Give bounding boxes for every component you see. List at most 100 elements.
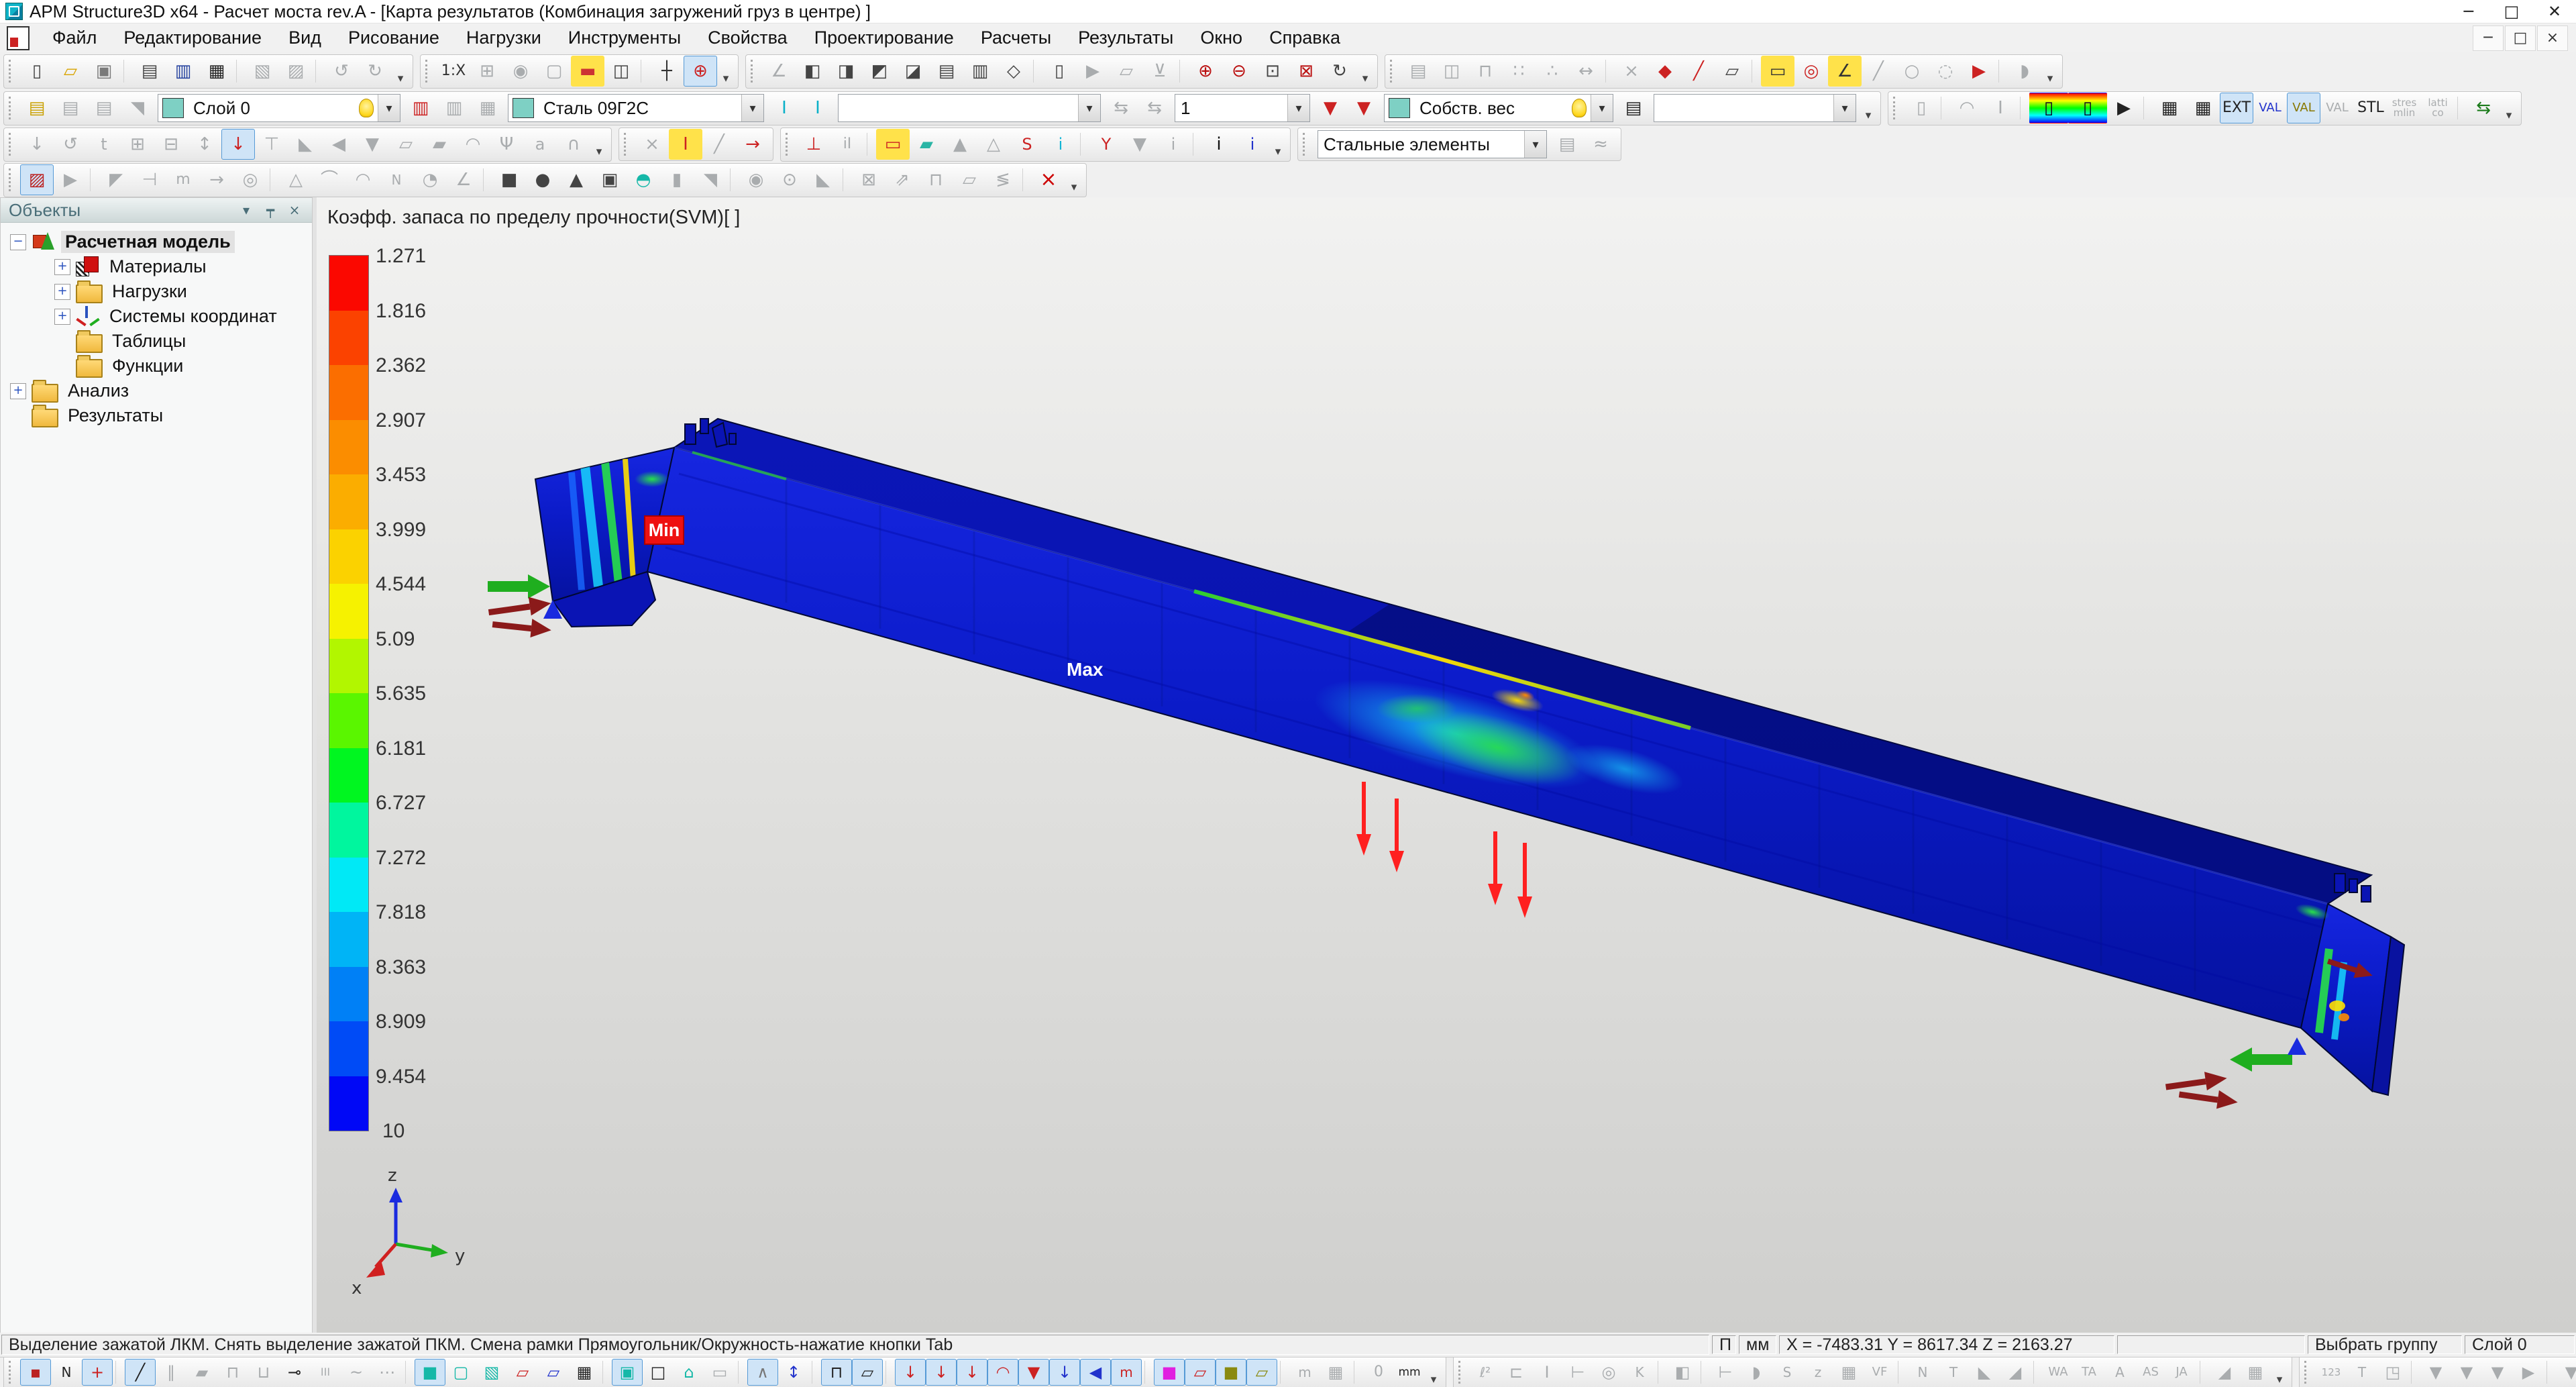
pressure-mesh-icon[interactable]: ◠ — [987, 1359, 1018, 1386]
plate-force-icon[interactable]: ▼ — [1018, 1359, 1049, 1386]
spider-icon[interactable]: △ — [279, 164, 313, 195]
view-right-icon[interactable]: ◪ — [896, 56, 930, 87]
stress-mlin-icon[interactable]: stres mlin — [2387, 93, 2421, 123]
plate-teal-icon[interactable]: ▰ — [910, 129, 943, 160]
results-map-icon[interactable]: ▯ — [2029, 93, 2068, 123]
menu-item[interactable]: Расчеты — [967, 23, 1065, 52]
mesh-box-icon[interactable]: ⊠ — [852, 164, 885, 195]
undo-icon[interactable]: ↺ — [325, 56, 358, 87]
view-bottom-icon[interactable]: ▥ — [963, 56, 997, 87]
panel-pin-icon[interactable]: ┯ — [258, 200, 282, 220]
sketch-poly-icon[interactable]: ○ — [1895, 56, 1929, 87]
mm-units-icon[interactable]: mm — [1394, 1359, 1425, 1386]
section-check-icon[interactable]: I — [669, 129, 702, 160]
trim-icon[interactable]: ◤ — [99, 164, 133, 195]
plane-tool-icon[interactable]: ▱ — [953, 164, 986, 195]
lightning-icon[interactable]: ⇗ — [885, 164, 919, 195]
solid-quad-icon[interactable]: ■ — [492, 164, 526, 195]
overflow-icon[interactable]: ▾ — [1065, 164, 1083, 196]
frame-select-icon[interactable]: ▢ — [537, 56, 571, 87]
checker-mesh-icon[interactable]: ▦ — [569, 1359, 600, 1386]
grid-icon[interactable]: ⊞ — [470, 56, 504, 87]
menu-item[interactable]: Вид — [275, 23, 335, 52]
zoom-extents-icon[interactable]: ⊠ — [1289, 56, 1323, 87]
edit-nodes-icon[interactable]: ◆ — [1648, 56, 1682, 87]
dropdown-arrow-icon[interactable]: ▾ — [1078, 95, 1100, 121]
delete-icon[interactable]: × — [1032, 164, 1065, 195]
node-displacement-icon[interactable]: ↕ — [188, 129, 221, 160]
tree-item[interactable]: −Расчетная модель — [1, 229, 312, 254]
node-n-icon[interactable]: N — [51, 1359, 82, 1386]
dropdown-arrow-icon[interactable]: ▾ — [741, 95, 763, 121]
mesh-deformed-icon[interactable]: ▦ — [2186, 93, 2220, 123]
link-icon[interactable]: ⊸ — [279, 1359, 310, 1386]
arc-icon[interactable]: ⌒ — [313, 164, 346, 195]
k-probe-icon[interactable]: ◎ — [1593, 1359, 1624, 1386]
elastic-support-icon[interactable]: ◀ — [322, 129, 356, 160]
section-ibeam-icon[interactable]: I — [767, 93, 801, 123]
load-drop-icon[interactable]: ▼ — [2482, 1359, 2513, 1386]
view-iso-icon[interactable]: ◇ — [997, 56, 1030, 87]
m-small-icon[interactable]: m — [1289, 1359, 1320, 1386]
dropdown-arrow-icon[interactable]: ▾ — [1524, 131, 1546, 158]
wire-box2-icon[interactable]: ▭ — [704, 1359, 735, 1386]
drag-handle-icon[interactable] — [2304, 1361, 2312, 1384]
sketch-hex-icon[interactable]: ◌ — [1929, 56, 1962, 87]
node-cs-icon[interactable]: + — [82, 1359, 113, 1386]
drag-handle-icon[interactable] — [9, 168, 16, 191]
dropdown-arrow-icon[interactable]: ▾ — [378, 95, 400, 121]
menu-item[interactable]: Редактирование — [110, 23, 275, 52]
graph-off-icon[interactable]: VAL — [2320, 93, 2354, 123]
load123-icon[interactable]: ▼ — [2451, 1359, 2482, 1386]
view-back-icon[interactable]: ◨ — [829, 56, 863, 87]
n-force-icon[interactable]: N — [1907, 1359, 1938, 1386]
ruler-icon[interactable]: ▬ — [571, 56, 604, 87]
menu-item[interactable]: Проектирование — [801, 23, 967, 52]
material-add-icon[interactable]: ▥ — [404, 93, 437, 123]
graph-values2-icon[interactable]: VAL — [2287, 93, 2320, 123]
i-inertia-icon[interactable]: i — [1044, 129, 1077, 160]
overflow-icon[interactable]: ▾ — [2271, 1357, 2288, 1387]
moment-load-icon[interactable]: ↺ — [54, 129, 87, 160]
solid-mesh2-icon[interactable]: ▦ — [1320, 1359, 1351, 1386]
scale-1x-icon[interactable]: 1:X — [437, 56, 470, 87]
tree-item[interactable]: +Результаты — [1, 403, 312, 428]
arc2-icon[interactable]: ◠ — [346, 164, 380, 195]
inertia-ii-icon[interactable]: iI — [830, 129, 864, 160]
tree-expander-icon[interactable]: + — [10, 383, 26, 399]
a-res-icon[interactable]: A — [2104, 1359, 2135, 1386]
ext-values-icon[interactable]: EXT — [2220, 93, 2253, 123]
trapezoid-load-icon[interactable]: ⊟ — [154, 129, 188, 160]
drag-handle-icon[interactable] — [1893, 97, 1900, 119]
tree-item[interactable]: +Системы координат — [1, 304, 312, 329]
layer-copy-icon[interactable]: ▤ — [54, 93, 87, 123]
info-dim-icon[interactable]: i — [1236, 129, 1269, 160]
vf-icon[interactable]: VF — [1864, 1359, 1895, 1386]
sketch-edit-icon[interactable]: ╱ — [702, 129, 736, 160]
arrow-up2-icon[interactable]: △ — [977, 129, 1010, 160]
drag-handle-icon[interactable] — [751, 60, 758, 83]
beam-solid-icon[interactable]: ▰ — [186, 1359, 217, 1386]
plate-hole-icon[interactable]: ▢ — [445, 1359, 476, 1386]
load4-icon[interactable]: ▼ — [2556, 1359, 2576, 1386]
window-icon[interactable]: ◳ — [2377, 1359, 2408, 1386]
swap-results-icon[interactable]: ⇆ — [2467, 93, 2500, 123]
incline-support-icon[interactable]: ◣ — [288, 129, 322, 160]
probe123-icon[interactable]: 123 — [2316, 1359, 2347, 1386]
panel-close-icon[interactable]: × — [282, 200, 307, 220]
overflow-icon[interactable]: ▾ — [2041, 56, 2059, 87]
chain-icon[interactable]: ⋯ — [372, 1359, 402, 1386]
load-export-icon[interactable]: ▼ — [2420, 1359, 2451, 1386]
i-solid-icon[interactable]: i — [1157, 129, 1190, 160]
view-layers-icon[interactable]: ▱ — [1110, 56, 1143, 87]
copy-icon[interactable]: ▧ — [246, 56, 279, 87]
dropdown-arrow-icon[interactable]: ▾ — [1287, 95, 1309, 121]
plate-arrows-icon[interactable]: ▱ — [1185, 1359, 1216, 1386]
menu-item[interactable]: Файл — [39, 23, 110, 52]
ibeam2-icon[interactable]: I — [1532, 1359, 1562, 1386]
mesh3-icon[interactable]: ▦ — [1833, 1359, 1864, 1386]
mass-icon[interactable]: ▼ — [1123, 129, 1157, 160]
plate-b-icon[interactable]: ◢ — [2000, 1359, 2031, 1386]
portal3-icon[interactable]: ⊔ — [248, 1359, 279, 1386]
triple-rod-icon[interactable]: III — [310, 1359, 341, 1386]
